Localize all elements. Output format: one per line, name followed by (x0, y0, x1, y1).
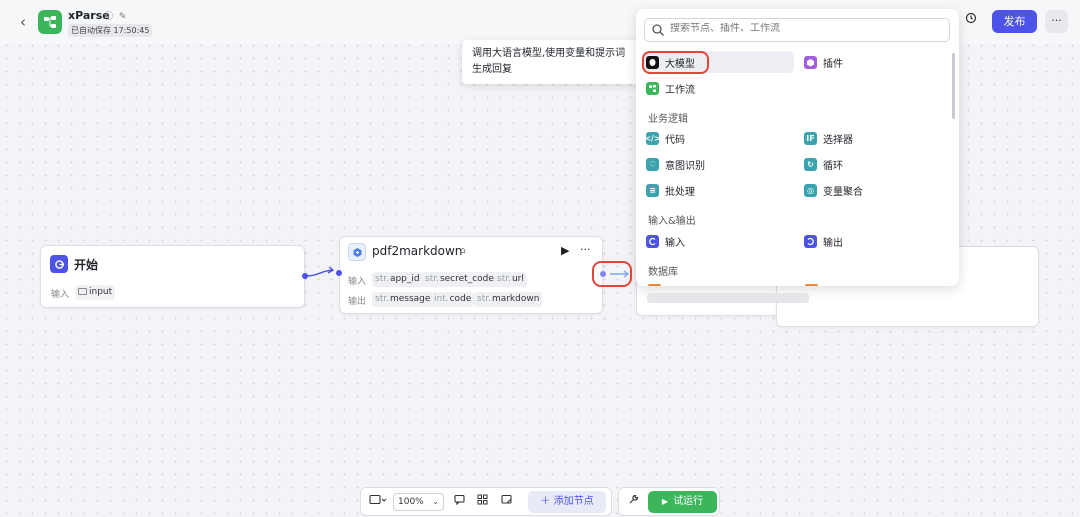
node-item-aggregate[interactable]: ◎ 变量聚合 (800, 179, 950, 201)
pdf-output-label: 输出 (348, 297, 367, 307)
input-tag-url: str.url (494, 272, 527, 287)
canvas-toolbar: 100% ⌄ ＋ 添加节点 (360, 487, 612, 516)
search-icon (652, 24, 664, 36)
start-node[interactable]: 开始 输入 input (40, 245, 305, 308)
section-input-output: 输入&输出 (648, 216, 696, 227)
node-item-aggregate-label: 变量聚合 (823, 186, 863, 198)
selector-icon: IF (804, 131, 817, 145)
output-tag-markdown: str.markdown (474, 292, 543, 307)
start-input-field: input (89, 287, 113, 297)
node-item-workflow[interactable]: 工作流 (642, 77, 794, 99)
node-item-code-label: 代码 (665, 134, 685, 146)
start-output-port[interactable] (302, 273, 308, 279)
pdf-input-label: 输入 (348, 277, 367, 287)
node-item-plugin[interactable]: 插件 (800, 51, 950, 73)
start-input-tag: input (75, 285, 116, 300)
play-icon: ▶ (661, 497, 669, 506)
node-item-input-label: 输入 (665, 237, 685, 249)
node-item-plugin-label: 插件 (823, 58, 843, 70)
llm-tooltip: 调用大语言模型,使用变量和提示词生成回复 (462, 40, 640, 84)
pdf2markdown-node[interactable]: pdf2markdown ⌂ ▶ ··· 输入 str.app_id str.s… (339, 236, 603, 314)
node-item-batch[interactable]: ≡ 批处理 (642, 179, 794, 201)
node-item-output[interactable]: 输出 (800, 230, 950, 252)
loop-icon: ↻ (804, 157, 817, 171)
pdf-node-title: pdf2markdown (372, 244, 463, 258)
zoom-select[interactable]: 100% ⌄ (393, 493, 444, 511)
code-icon: </> (644, 131, 661, 145)
zoom-value: 100% (398, 497, 424, 507)
start-node-icon (50, 255, 68, 273)
intent-icon: ♡ (646, 157, 659, 171)
note-icon[interactable] (498, 494, 514, 510)
workflow-icon (646, 81, 659, 95)
add-node-button[interactable]: ＋ 添加节点 (528, 491, 606, 513)
database-item-icon-partial (648, 284, 661, 286)
input-tag-app-id: str.app_id (372, 272, 423, 287)
node-item-input[interactable]: 输入 (642, 230, 794, 252)
node-item-llm-label: 大模型 (665, 58, 695, 70)
node-item-output-label: 输出 (823, 237, 843, 249)
test-run-label: 试运行 (673, 496, 704, 507)
plus-icon: ＋ (540, 496, 551, 507)
node-item-selector-label: 选择器 (823, 134, 853, 146)
pdf-input-port[interactable] (336, 270, 342, 276)
run-node-icon[interactable]: ▶ (561, 244, 569, 257)
input-icon (646, 234, 659, 248)
node-item-intent-label: 意图识别 (665, 160, 705, 172)
add-node-panel: 大模型 插件 工作流 业务逻辑 </> 代码 IF 选择器 ♡ 意图识别 ↻ 循… (636, 9, 959, 286)
wrench-icon[interactable] (625, 494, 641, 510)
pdf-output-port[interactable] (600, 271, 606, 277)
section-database: 数据库 (648, 267, 678, 278)
pdf-plugin-icon (348, 243, 366, 261)
comment-icon[interactable] (451, 494, 467, 510)
output-tag-message: str.message (372, 292, 434, 307)
minimap-toggle-icon[interactable] (366, 494, 390, 510)
database-item-icon-partial-2 (805, 284, 818, 286)
node-item-loop-label: 循环 (823, 160, 843, 172)
pdf-node-tag-icon: ⌂ (460, 246, 466, 256)
search-box[interactable] (644, 18, 950, 42)
llm-icon (646, 55, 659, 69)
section-business-logic: 业务逻辑 (648, 114, 688, 125)
loading-skeleton (647, 293, 809, 303)
add-node-label: 添加节点 (553, 496, 594, 507)
panel-scrollbar[interactable] (952, 53, 955, 119)
aggregate-icon: ◎ (804, 183, 817, 197)
node-item-selector[interactable]: IF 选择器 (800, 127, 950, 149)
output-icon (804, 234, 817, 248)
node-item-loop[interactable]: ↻ 循环 (800, 153, 950, 175)
test-run-button[interactable]: ▶ 试运行 (648, 491, 717, 513)
node-item-code[interactable]: </> 代码 (642, 127, 794, 149)
plugin-icon (804, 55, 817, 69)
folder-icon (78, 288, 87, 295)
node-item-llm[interactable]: 大模型 (642, 51, 794, 73)
output-tag-code: int.code (431, 292, 475, 307)
node-item-workflow-label: 工作流 (665, 84, 695, 96)
node-more-button[interactable]: ··· (580, 243, 591, 256)
run-toolbar: ▶ 试运行 (618, 487, 720, 516)
chevron-down-icon: ⌄ (432, 497, 439, 506)
search-input[interactable] (670, 23, 940, 34)
node-item-intent[interactable]: ♡ 意图识别 (642, 153, 794, 175)
batch-icon: ≡ (646, 183, 659, 197)
layout-grid-icon[interactable] (474, 494, 490, 510)
input-tag-secret-code: str.secret_code (422, 272, 497, 287)
start-input-label: 输入 (51, 290, 70, 300)
node-item-batch-label: 批处理 (665, 186, 695, 198)
start-node-title: 开始 (74, 258, 99, 272)
